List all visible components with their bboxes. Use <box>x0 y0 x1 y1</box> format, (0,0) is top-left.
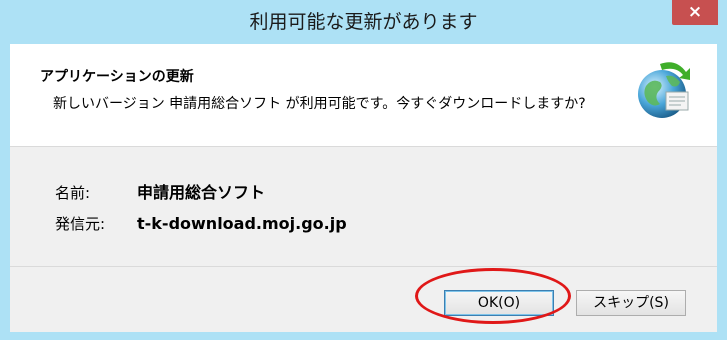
name-row: 名前: 申請用総合ソフト <box>55 179 265 203</box>
frame-bottom <box>0 332 727 340</box>
highlight-ellipse <box>415 268 571 324</box>
dialog-header: アプリケーションの更新 新しいバージョン 申請用総合ソフト が利用可能です。今す… <box>10 44 717 147</box>
publisher-label: 発信元: <box>55 215 106 233</box>
frame-left <box>0 44 10 340</box>
skip-button[interactable]: スキップ(S) <box>576 290 686 316</box>
header-title: アプリケーションの更新 <box>40 69 194 85</box>
frame-right <box>717 44 727 340</box>
close-button[interactable]: × <box>672 0 718 25</box>
publisher-value: t-k-download.moj.go.jp <box>137 214 347 233</box>
publisher-row: 発信元: t-k-download.moj.go.jp <box>55 213 347 234</box>
dialog-title: 利用可能な更新があります <box>249 11 478 33</box>
close-icon: × <box>687 2 703 22</box>
header-description: 新しいバージョン 申請用総合ソフト が利用可能です。今すぐダウンロードしますか? <box>53 96 586 112</box>
name-label: 名前: <box>55 184 91 202</box>
titlebar[interactable]: 利用可能な更新があります × <box>0 0 727 44</box>
name-value: 申請用総合ソフト <box>137 183 266 202</box>
update-dialog: 利用可能な更新があります × アプリケーションの更新 新しいバージョン 申請用総… <box>0 0 727 340</box>
button-bar: OK(O) スキップ(S) <box>10 267 717 332</box>
info-panel: 名前: 申請用総合ソフト 発信元: t-k-download.moj.go.jp <box>10 147 717 267</box>
globe-update-icon <box>638 62 690 118</box>
